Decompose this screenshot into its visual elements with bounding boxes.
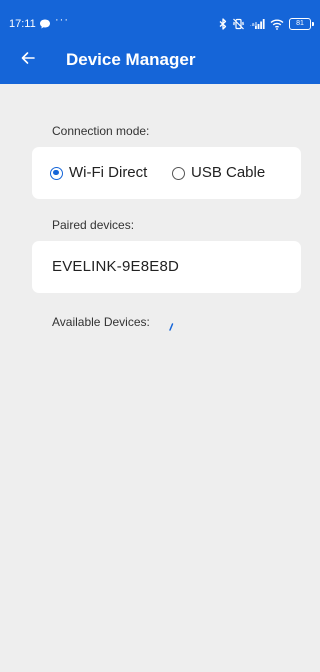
loading-spinner-icon xyxy=(168,318,174,331)
connection-mode-card: Wi-Fi Direct USB Cable xyxy=(32,147,301,199)
chat-notification-icon xyxy=(39,17,53,31)
radio-unchecked-icon xyxy=(172,166,185,180)
paired-devices-label: Paired devices: xyxy=(52,218,135,232)
radio-checked-icon xyxy=(50,166,63,180)
wifi-direct-label: Wi-Fi Direct xyxy=(69,164,148,181)
status-time: 17:11 xyxy=(9,18,36,30)
arrow-left-icon xyxy=(20,50,36,71)
available-devices-label: Available Devices: xyxy=(52,315,150,329)
back-button[interactable] xyxy=(14,46,42,74)
connection-mode-label: Connection mode: xyxy=(52,124,150,138)
more-notifications-icon: ··· xyxy=(55,14,69,26)
usb-cable-label: USB Cable xyxy=(191,164,266,181)
wifi-direct-radio[interactable]: Wi-Fi Direct xyxy=(50,147,147,199)
battery-icon: 81 xyxy=(289,18,314,30)
wifi-icon xyxy=(270,18,284,30)
app-bar: 17:11 ··· .all 81 Device Manager xyxy=(0,0,320,84)
bluetooth-icon xyxy=(219,18,227,30)
status-icons: .all 81 xyxy=(219,16,314,32)
page-title: Device Manager xyxy=(66,50,196,69)
status-bar: 17:11 ··· .all 81 xyxy=(0,0,320,40)
paired-device-item[interactable]: EVELINK-9E8E8D xyxy=(32,241,301,293)
paired-device-name: EVELINK-9E8E8D xyxy=(52,258,180,275)
usb-cable-radio[interactable]: USB Cable xyxy=(172,147,265,199)
vibrate-off-icon xyxy=(232,18,245,30)
signal-icon: .all xyxy=(250,18,265,30)
